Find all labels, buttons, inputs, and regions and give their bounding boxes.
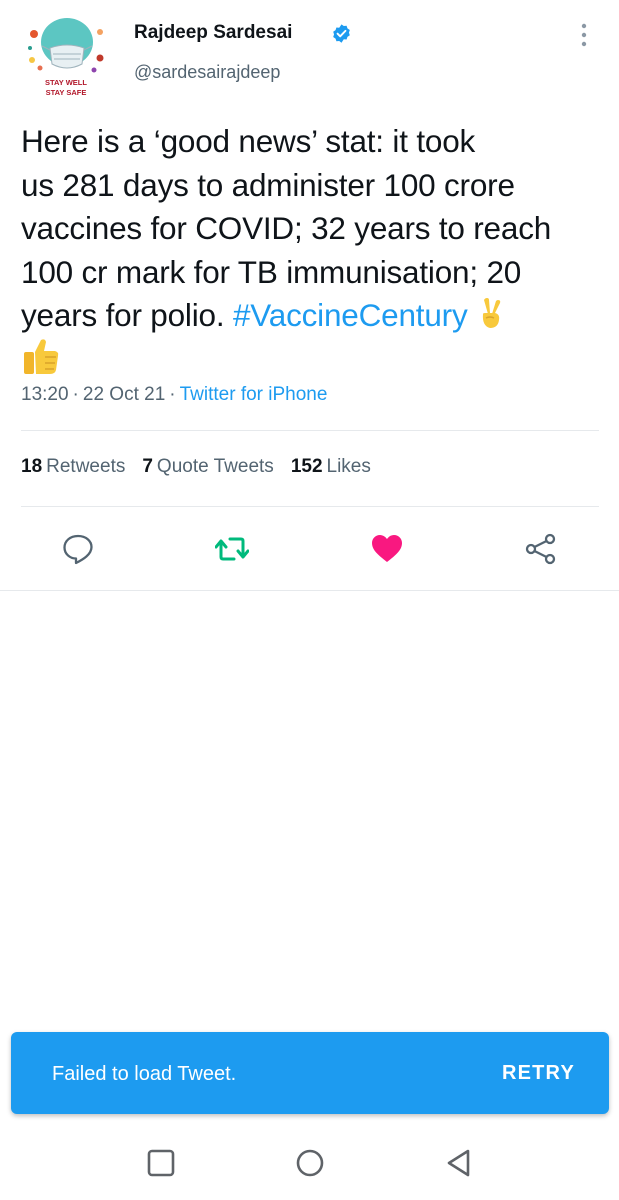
divider [0, 590, 619, 591]
meta-separator: · [169, 384, 176, 405]
avatar[interactable]: STAY WELL STAY SAFE [20, 12, 112, 104]
quote-tweets-stat[interactable]: 7 Quote Tweets [142, 456, 273, 478]
divider [21, 430, 599, 431]
likes-count: 152 [290, 456, 323, 477]
avatar-caption-line1: STAY WELL [45, 78, 87, 87]
toast-message: Failed to load Tweet. [52, 1063, 237, 1085]
home-circle-icon[interactable] [294, 1147, 326, 1179]
retweets-label: Retweets [46, 456, 126, 477]
retweets-stat[interactable]: 18 Retweets [21, 456, 125, 478]
quote-tweets-count: 7 [142, 456, 153, 477]
tweet-line: years for polio. [21, 297, 233, 333]
tweet-stats: 18 Retweets 7 Quote Tweets 152 Likes [21, 456, 388, 478]
retry-button[interactable]: RETRY [502, 1062, 575, 1085]
divider [21, 506, 599, 507]
system-navbar [0, 1125, 619, 1200]
tweet-line: us 281 days to administer 100 crore [21, 166, 515, 203]
retweets-count: 18 [21, 456, 43, 477]
tweet-text: Here is a ‘good news’ stat: it took us 2… [21, 120, 606, 383]
back-triangle-icon[interactable] [443, 1147, 475, 1179]
likes-stat[interactable]: 152 Likes [291, 456, 371, 478]
meta-separator: · [72, 384, 79, 405]
hashtag-link[interactable]: #VaccineCentury [233, 297, 468, 333]
tweet-header: STAY WELL STAY SAFE Rajdeep Sardesai @sa… [0, 0, 619, 110]
retweet-icon[interactable] [215, 532, 249, 566]
share-icon[interactable] [524, 532, 558, 566]
tweet-line: Here is a ‘good news’ stat: it took [21, 123, 476, 159]
more-options-icon[interactable] [572, 20, 596, 50]
tweet-line-emoji [21, 338, 606, 384]
recents-square-icon[interactable] [145, 1147, 177, 1179]
error-toast: Failed to load Tweet. RETRY [11, 1032, 609, 1114]
tweet-time: 13:20 [21, 384, 69, 405]
reply-icon[interactable] [61, 532, 95, 566]
tweet-source-link[interactable]: Twitter for iPhone [180, 384, 328, 405]
tweet-line: 100 cr mark for TB immunisation; 20 [21, 253, 522, 290]
likes-label: Likes [326, 456, 371, 477]
like-icon[interactable] [370, 532, 404, 566]
tweet-date: 22 Oct 21 [82, 384, 166, 405]
tweet-meta: 13:20 · 22 Oct 21 · Twitter for iPhone [21, 384, 327, 406]
verified-badge-icon [333, 24, 350, 43]
tweet-line: vaccines for COVID; 32 years to reach [21, 210, 552, 246]
quote-tweets-label: Quote Tweets [156, 456, 274, 477]
display-name[interactable]: Rajdeep Sardesai [134, 22, 292, 44]
victory-hand-emoji-icon [482, 298, 501, 328]
thumbs-up-emoji-icon [24, 338, 59, 374]
tweet-line-last: years for polio. #VaccineCentury [21, 294, 606, 338]
avatar-caption-line2: STAY SAFE [45, 88, 87, 97]
handle[interactable]: @sardesairajdeep [134, 62, 280, 83]
